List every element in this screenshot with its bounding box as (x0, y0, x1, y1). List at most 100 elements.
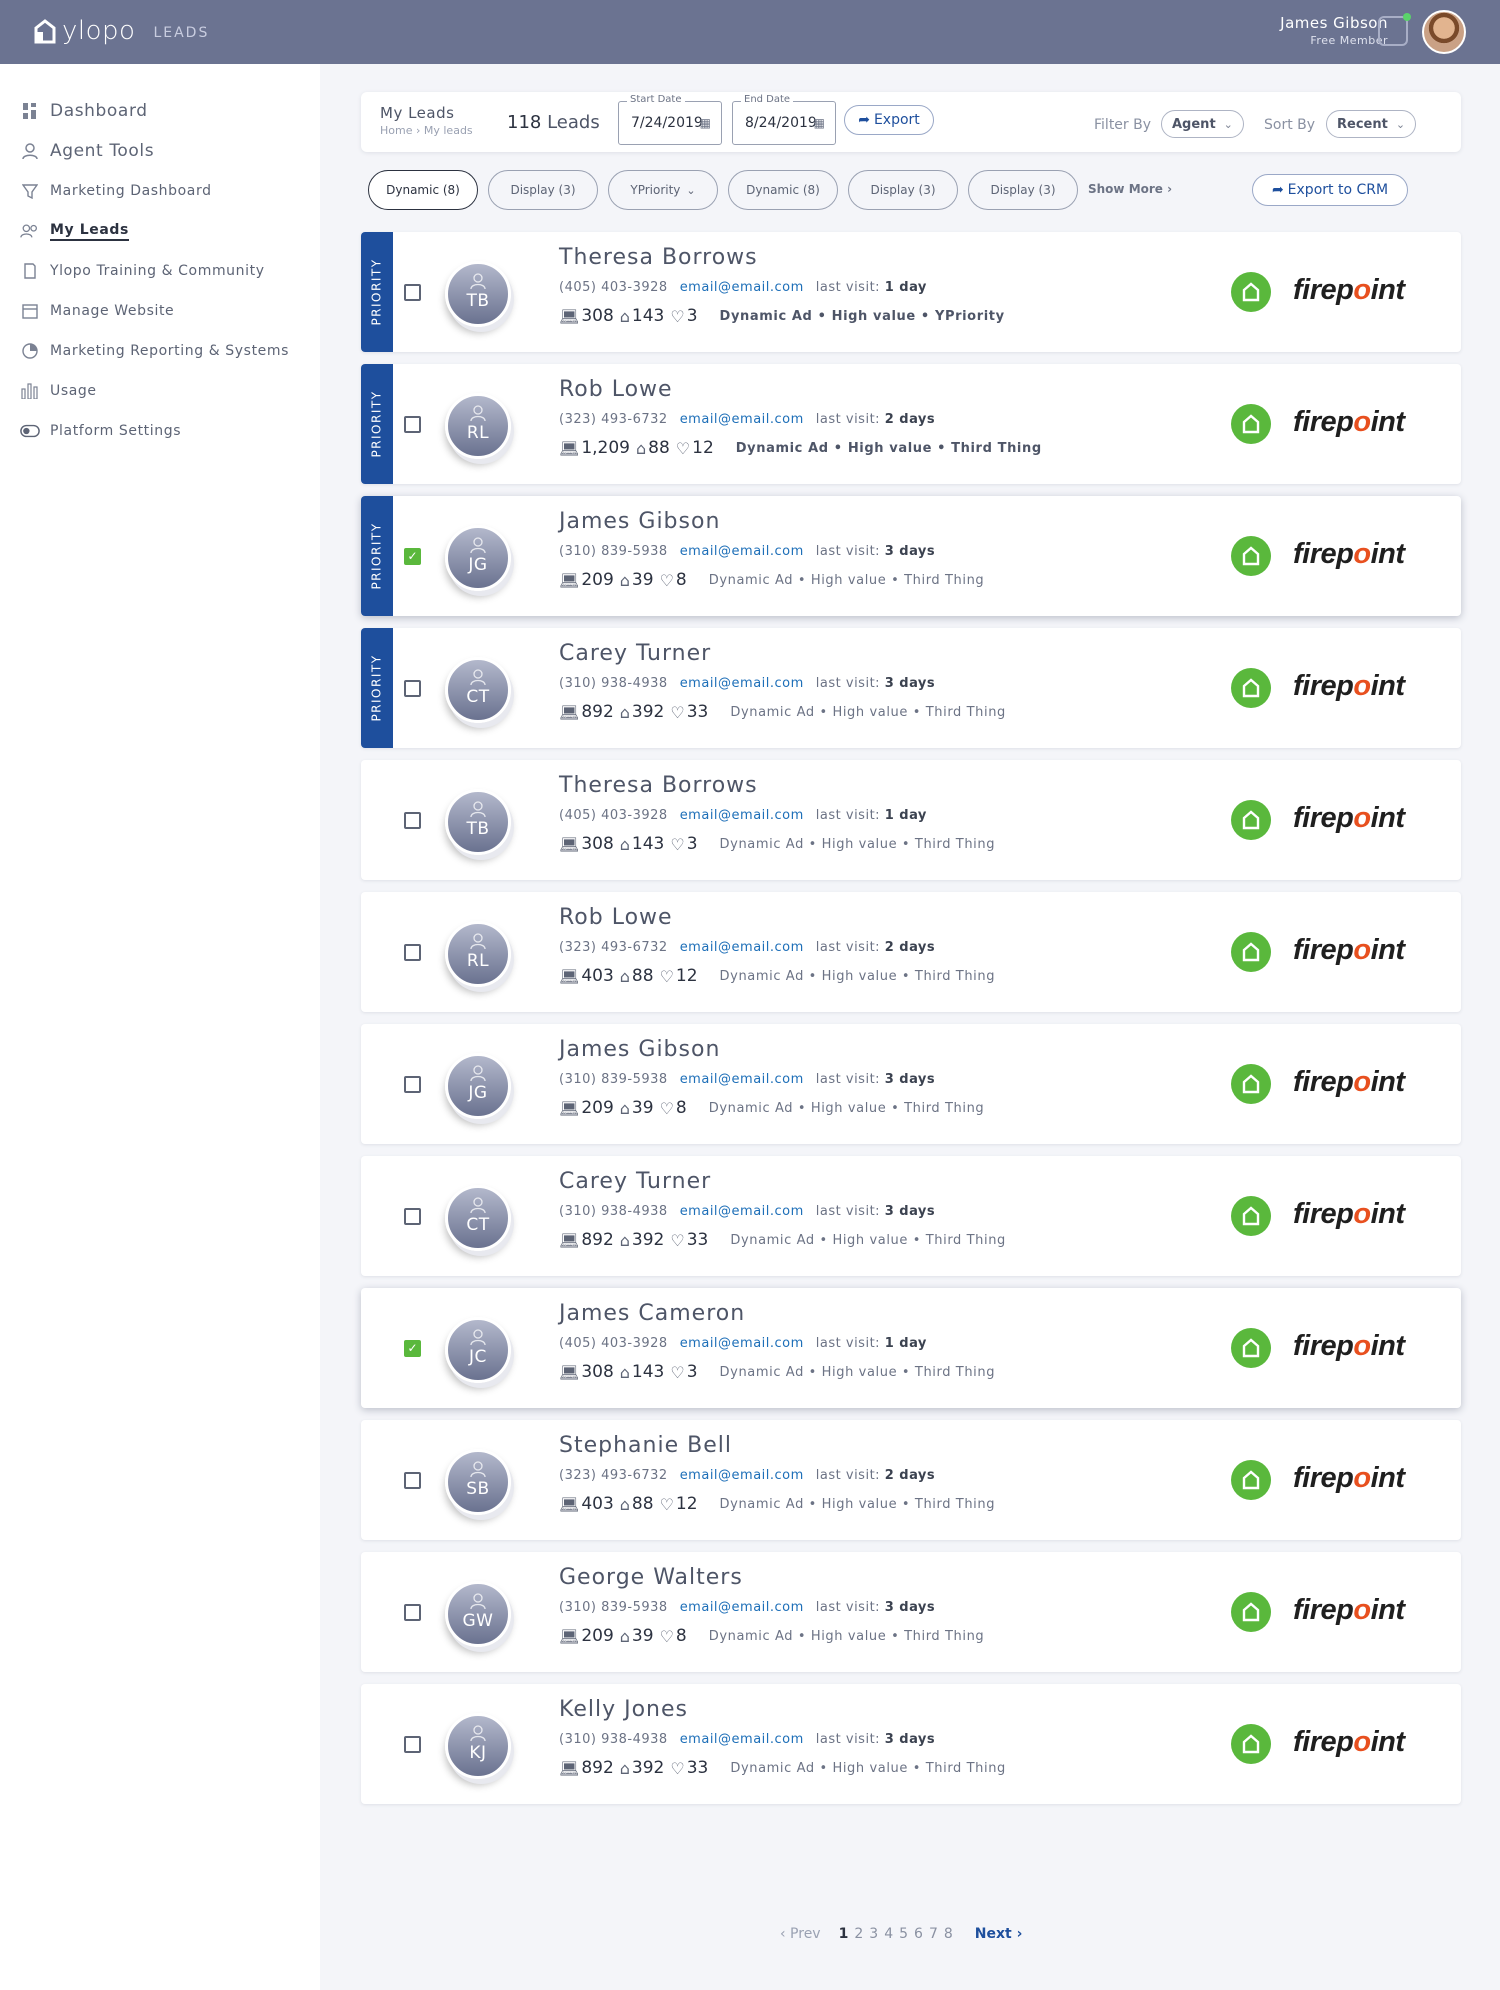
home-icon[interactable] (1231, 932, 1271, 972)
filter-chip-display-3[interactable]: Display (3) (968, 170, 1078, 210)
lead-phone[interactable]: (405) 403-3928 (559, 1336, 668, 1351)
lead-email[interactable]: email@email.com (680, 676, 804, 691)
lead-phone[interactable]: (323) 493-6732 (559, 412, 668, 427)
lead-name[interactable]: Carey Turner (559, 1169, 711, 1194)
sidebar-item-usage[interactable]: Usage (20, 379, 97, 403)
home-icon[interactable] (1231, 272, 1271, 312)
lead-phone[interactable]: (310) 839-5938 (559, 1072, 668, 1087)
page-link[interactable]: 5 (899, 1926, 908, 1942)
lead-card[interactable]: TB Theresa Borrows (405) 403-3928 email@ema… (361, 760, 1461, 880)
lead-checkbox[interactable] (404, 1208, 421, 1225)
lead-card[interactable]: ✓ JC James Cameron (405) 403-3928 email@emai… (361, 1288, 1461, 1408)
export-button[interactable]: ➦ Export (844, 105, 934, 135)
lead-email[interactable]: email@email.com (680, 1732, 804, 1747)
lead-checkbox[interactable] (404, 1472, 421, 1489)
sidebar-item-marketing-dashboard[interactable]: Marketing Dashboard (20, 179, 212, 203)
sort-select[interactable]: Recent ⌄ (1326, 110, 1417, 138)
home-icon[interactable] (1231, 1064, 1271, 1104)
sidebar-item-manage-website[interactable]: Manage Website (20, 299, 174, 323)
filter-chip-ypriority[interactable]: YPriority ⌄ (608, 170, 718, 210)
lead-card[interactable]: CT Carey Turner (310) 938-4938 email@email.… (361, 1156, 1461, 1276)
lead-name[interactable]: Theresa Borrows (559, 773, 758, 798)
lead-name[interactable]: Kelly Jones (559, 1697, 688, 1722)
lead-checkbox[interactable] (404, 812, 421, 829)
lead-name[interactable]: George Walters (559, 1565, 743, 1590)
lead-email[interactable]: email@email.com (680, 544, 804, 559)
filter-chip-display-2[interactable]: Display (3) (848, 170, 958, 210)
next-page-link[interactable]: Next › (975, 1926, 1023, 1942)
lead-email[interactable]: email@email.com (680, 1468, 804, 1483)
lead-email[interactable]: email@email.com (680, 1072, 804, 1087)
lead-checkbox[interactable]: ✓ (404, 548, 421, 565)
breadcrumb[interactable]: Home › My leads (380, 124, 473, 137)
ylopo-logo[interactable]: ylopo LEADS (34, 18, 209, 44)
user-info[interactable]: James Gibson Free Member (1280, 14, 1388, 47)
lead-checkbox[interactable] (404, 1604, 421, 1621)
sidebar-item-marketing-reporting[interactable]: Marketing Reporting & Systems (20, 339, 289, 363)
user-avatar[interactable] (1422, 10, 1466, 54)
filter-select[interactable]: Agent ⌄ (1161, 110, 1244, 138)
lead-phone[interactable]: (323) 493-6732 (559, 1468, 668, 1483)
home-icon[interactable] (1231, 1196, 1271, 1236)
export-to-crm-button[interactable]: ➦ Export to CRM (1252, 174, 1408, 206)
lead-email[interactable]: email@email.com (680, 1204, 804, 1219)
lead-name[interactable]: James Gibson (559, 509, 720, 534)
home-icon[interactable] (1231, 1460, 1271, 1500)
lead-phone[interactable]: (310) 839-5938 (559, 1600, 668, 1615)
page-link[interactable]: 1 (839, 1926, 849, 1942)
lead-card[interactable]: PRIORITY CT Carey Turner (310) 938-4938 emai… (361, 628, 1461, 748)
lead-name[interactable]: James Cameron (559, 1301, 745, 1326)
lead-checkbox[interactable] (404, 284, 421, 301)
start-date-field[interactable]: Start Date 7/24/2019 ▦ (618, 94, 722, 145)
sidebar-item-platform-settings[interactable]: Platform Settings (20, 419, 181, 443)
lead-checkbox[interactable] (404, 944, 421, 961)
filter-chip-dynamic[interactable]: Dynamic (8) (368, 170, 478, 210)
lead-name[interactable]: Carey Turner (559, 641, 711, 666)
page-link[interactable]: 2 (854, 1926, 863, 1942)
page-link[interactable]: 6 (914, 1926, 923, 1942)
lead-checkbox[interactable] (404, 1076, 421, 1093)
lead-checkbox[interactable] (404, 1736, 421, 1753)
lead-email[interactable]: email@email.com (680, 808, 804, 823)
end-date-field[interactable]: End Date 8/24/2019 ▦ (732, 94, 836, 145)
prev-page-link[interactable]: ‹ Prev (780, 1926, 821, 1942)
lead-name[interactable]: Rob Lowe (559, 905, 673, 930)
page-link[interactable]: 8 (944, 1926, 953, 1942)
lead-card[interactable]: PRIORITY ✓ JG James Gibson (310) 839-5938 ema… (361, 496, 1461, 616)
lead-phone[interactable]: (405) 403-3928 (559, 808, 668, 823)
lead-phone[interactable]: (323) 493-6732 (559, 940, 668, 955)
lead-email[interactable]: email@email.com (680, 940, 804, 955)
home-icon[interactable] (1231, 1592, 1271, 1632)
home-icon[interactable] (1231, 800, 1271, 840)
lead-checkbox[interactable] (404, 416, 421, 433)
lead-phone[interactable]: (405) 403-3928 (559, 280, 668, 295)
lead-name[interactable]: Rob Lowe (559, 377, 673, 402)
home-icon[interactable] (1231, 1724, 1271, 1764)
lead-card[interactable]: PRIORITY RL Rob Lowe (323) 493-6732 email@em… (361, 364, 1461, 484)
home-icon[interactable] (1231, 536, 1271, 576)
lead-card[interactable]: KJ Kelly Jones (310) 938-4938 email@email.c… (361, 1684, 1461, 1804)
home-icon[interactable] (1231, 404, 1271, 444)
lead-name[interactable]: Theresa Borrows (559, 245, 758, 270)
page-link[interactable]: 3 (869, 1926, 878, 1942)
home-icon[interactable] (1231, 668, 1271, 708)
lead-name[interactable]: Stephanie Bell (559, 1433, 732, 1458)
lead-email[interactable]: email@email.com (680, 412, 804, 427)
sidebar-item-dashboard[interactable]: Dashboard (20, 99, 148, 123)
lead-phone[interactable]: (310) 938-4938 (559, 1732, 668, 1747)
notification-icon[interactable] (1378, 13, 1411, 46)
lead-email[interactable]: email@email.com (680, 280, 804, 295)
lead-card[interactable]: SB Stephanie Bell (323) 493-6732 email@emai… (361, 1420, 1461, 1540)
sidebar-item-agent-tools[interactable]: Agent Tools (20, 139, 154, 163)
filter-chip-dynamic-2[interactable]: Dynamic (8) (728, 170, 838, 210)
lead-phone[interactable]: (310) 938-4938 (559, 676, 668, 691)
sidebar-item-training[interactable]: Ylopo Training & Community (20, 259, 265, 283)
lead-card[interactable]: JG James Gibson (310) 839-5938 email@email.… (361, 1024, 1461, 1144)
page-link[interactable]: 4 (884, 1926, 893, 1942)
filter-chip-display[interactable]: Display (3) (488, 170, 598, 210)
lead-email[interactable]: email@email.com (680, 1336, 804, 1351)
lead-phone[interactable]: (310) 938-4938 (559, 1204, 668, 1219)
home-icon[interactable] (1231, 1328, 1271, 1368)
lead-phone[interactable]: (310) 839-5938 (559, 544, 668, 559)
lead-card[interactable]: RL Rob Lowe (323) 493-6732 email@email.com l… (361, 892, 1461, 1012)
